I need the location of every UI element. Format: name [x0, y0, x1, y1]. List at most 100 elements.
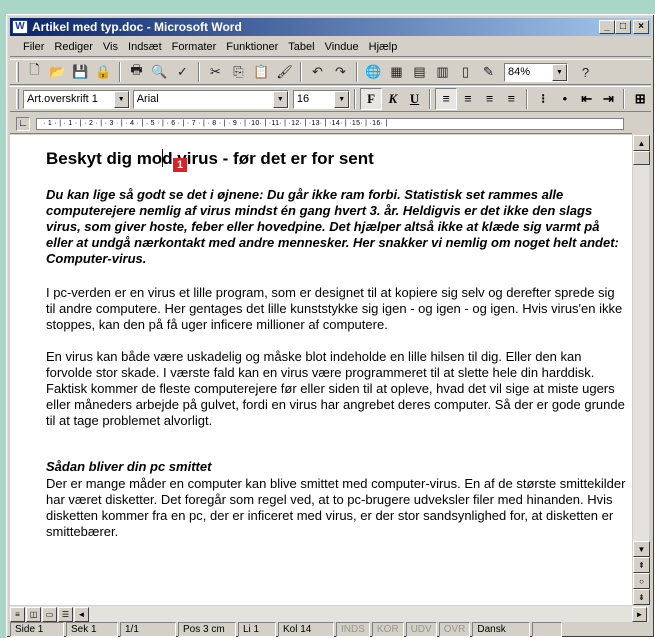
menu-hjaelp[interactable]: Hjælp [364, 41, 403, 53]
status-overtype[interactable]: OVR [438, 622, 471, 637]
document-page[interactable]: Beskyt dig mod virus - før det er for se… [10, 135, 632, 605]
status-macro-record[interactable]: INDS [336, 622, 370, 637]
bullets-icon[interactable]: • [554, 88, 576, 110]
menu-rediger[interactable]: Rediger [49, 41, 98, 53]
ruler-track[interactable]: · 1 · | · 1 · | · 2 · | · 3 · | · 4 · | … [36, 118, 624, 130]
help-icon[interactable]: ? [574, 61, 597, 83]
status-extend[interactable]: UDV [405, 622, 437, 637]
horizontal-scrollbar[interactable]: ≡ ◫ ▭ ☰ ◄ ► [10, 605, 649, 622]
horizontal-ruler[interactable]: ∟ · 1 · | · 1 · | · 2 · | · 3 · | · 4 · … [10, 114, 632, 134]
maximize-button[interactable]: □ [615, 20, 631, 34]
formatting-toolbar: Art.overskrift 1 ▼ Arial ▼ 16 ▼ F K U ≡ … [10, 86, 651, 112]
scroll-down-icon[interactable]: ▼ [633, 541, 650, 557]
open-icon[interactable]: 📂 [46, 61, 69, 83]
toolbar-separator [300, 62, 302, 82]
increase-indent-icon[interactable]: ⇥ [598, 88, 620, 110]
insert-excel-icon[interactable]: ▥ [431, 61, 454, 83]
tab-selector-icon[interactable]: ∟ [16, 117, 30, 131]
decrease-indent-icon[interactable]: ⇤ [576, 88, 598, 110]
standard-toolbar: 🗋 📂 💾 🔒 🖶 🔍 ✓ ✂ ⎘ 📋 🖌 ↶ ↷ 🌐 ▦ ▤ ▥ ▯ ✎ 84… [10, 59, 651, 85]
word-doc-icon[interactable]: W [12, 20, 28, 34]
toolbar-separator [198, 62, 200, 82]
menu-bar: Filer Rediger Vis Indsæt Formater Funkti… [10, 38, 651, 57]
menu-vis[interactable]: Vis [98, 41, 123, 53]
document-content[interactable]: Beskyt dig mod virus - før det er for se… [46, 135, 626, 556]
numbering-icon[interactable]: ⁝ [532, 88, 554, 110]
web-view-icon[interactable]: ◫ [26, 607, 41, 622]
insert-table-icon[interactable]: ▤ [408, 61, 431, 83]
scroll-left-icon[interactable]: ◄ [74, 607, 89, 622]
article-heading[interactable]: Beskyt dig mod virus - før det er for se… [46, 149, 626, 169]
print-icon[interactable]: 🖶 [125, 61, 148, 83]
status-track-changes[interactable]: KOR [371, 622, 404, 637]
align-center-icon[interactable]: ≡ [457, 88, 479, 110]
align-right-icon[interactable]: ≡ [479, 88, 501, 110]
undo-icon[interactable]: ↶ [306, 61, 329, 83]
underline-button[interactable]: U [404, 88, 426, 110]
status-language[interactable]: Dansk [472, 622, 531, 637]
chevron-down-icon[interactable]: ▼ [272, 90, 288, 108]
italic-button[interactable]: K [382, 88, 404, 110]
body-paragraph[interactable]: I pc-verden er en virus et lille program… [46, 285, 626, 333]
word-window: W Artikel med typ.doc - Microsoft Word _… [6, 14, 655, 638]
font-select[interactable]: Arial ▼ [132, 89, 289, 109]
print-preview-icon[interactable]: 🔍 [148, 61, 171, 83]
redo-icon[interactable]: ↷ [329, 61, 352, 83]
vertical-scrollbar[interactable]: ▲ ▼ ⇞ ○ ⇟ [632, 135, 650, 605]
columns-icon[interactable]: ▯ [454, 61, 477, 83]
toolbar-separator [356, 62, 358, 82]
title-bar[interactable]: W Artikel med typ.doc - Microsoft Word _… [10, 18, 651, 36]
font-value: Arial [136, 93, 159, 105]
permission-icon[interactable]: 🔒 [92, 61, 115, 83]
paste-icon[interactable]: 📋 [250, 61, 273, 83]
status-column: Kol 14 [278, 622, 334, 637]
scroll-right-icon[interactable]: ► [632, 607, 647, 622]
browse-object-icon[interactable]: ○ [633, 573, 650, 589]
previous-page-icon[interactable]: ⇞ [633, 557, 650, 573]
status-page: Side 1 [10, 622, 64, 637]
heading-text-part-2: d virus - før det er for sent [162, 149, 374, 168]
style-select[interactable]: Art.overskrift 1 ▼ [22, 89, 130, 109]
close-button[interactable]: × [633, 20, 649, 34]
menu-filer[interactable]: Filer [18, 41, 49, 53]
toolbar-separator [119, 62, 121, 82]
zoom-select[interactable]: 84% ▼ [504, 62, 568, 82]
chevron-down-icon[interactable]: ▼ [113, 90, 129, 108]
save-icon[interactable]: 💾 [69, 61, 92, 83]
minimize-button[interactable]: _ [599, 20, 615, 34]
menu-indsaet[interactable]: Indsæt [123, 41, 167, 53]
copy-icon[interactable]: ⎘ [227, 61, 250, 83]
align-left-icon[interactable]: ≡ [435, 88, 458, 110]
chevron-down-icon[interactable]: ▼ [334, 90, 350, 108]
hyperlink-icon[interactable]: 🌐 [362, 61, 385, 83]
menu-formater[interactable]: Formater [167, 41, 222, 53]
tables-borders-icon[interactable]: ▦ [385, 61, 408, 83]
cut-icon[interactable]: ✂ [204, 61, 227, 83]
body-paragraph[interactable]: Der er mange måder en computer kan blive… [46, 476, 626, 540]
toolbar-gripper[interactable] [16, 89, 19, 109]
lead-paragraph[interactable]: Du kan lige så godt se det i øjnene: Du … [46, 187, 626, 267]
subheading[interactable]: Sådan bliver din pc smittet [46, 459, 626, 474]
justify-icon[interactable]: ≡ [501, 88, 523, 110]
print-layout-icon[interactable]: ▭ [42, 607, 57, 622]
scroll-thumb[interactable] [633, 151, 650, 165]
spelling-icon[interactable]: ✓ [171, 61, 194, 83]
zoom-value: 84% [508, 66, 531, 78]
font-size-select[interactable]: 16 ▼ [292, 89, 351, 109]
outline-view-icon[interactable]: ☰ [58, 607, 73, 622]
scroll-up-icon[interactable]: ▲ [633, 135, 650, 151]
body-paragraph[interactable]: En virus kan både være uskadelig og måsk… [46, 349, 626, 429]
chevron-down-icon[interactable]: ▼ [552, 63, 567, 81]
toolbar-gripper[interactable] [16, 62, 19, 82]
normal-view-icon[interactable]: ≡ [10, 607, 25, 622]
new-icon[interactable]: 🗋 [23, 61, 46, 83]
menu-tabel[interactable]: Tabel [283, 41, 319, 53]
format-painter-icon[interactable]: 🖌 [273, 61, 296, 83]
status-spelling-icon[interactable] [532, 622, 563, 637]
borders-icon[interactable]: ⊞ [629, 88, 651, 110]
drawing-icon[interactable]: ✎ [477, 61, 500, 83]
bold-button[interactable]: F [360, 88, 382, 110]
next-page-icon[interactable]: ⇟ [633, 589, 650, 605]
menu-funktioner[interactable]: Funktioner [221, 41, 283, 53]
menu-vindue[interactable]: Vindue [320, 41, 364, 53]
